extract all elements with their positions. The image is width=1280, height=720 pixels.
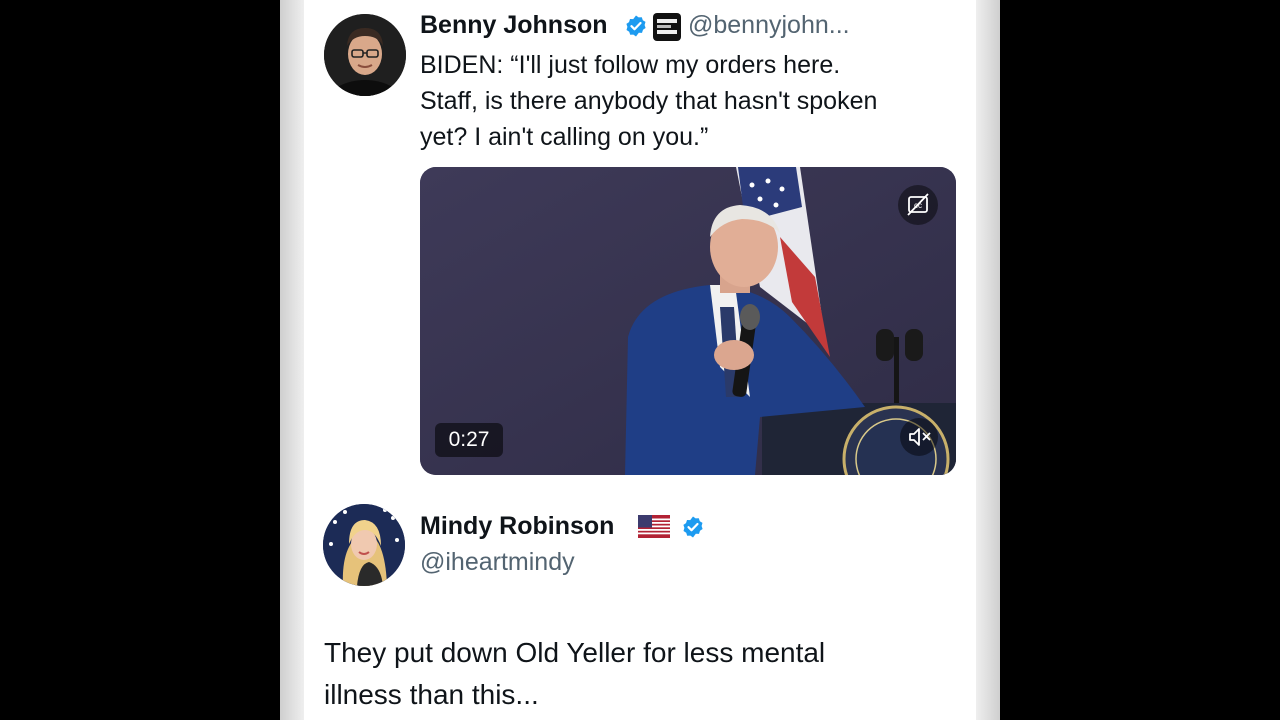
tweet-text-line: They put down Old Yeller for less mental [324,637,826,668]
affiliate-logo-icon [653,13,681,41]
author-handle[interactable]: @bennyjohn... [688,11,850,40]
captions-icon: cc [907,193,929,216]
captions-button[interactable]: cc [898,185,938,225]
author-name[interactable]: Mindy Robinson [420,512,614,541]
us-flag-icon [638,515,670,538]
author-handle[interactable]: @iheartmindy [420,548,575,577]
mute-icon [909,428,931,446]
avatar[interactable] [323,504,405,586]
mute-button[interactable] [900,418,938,456]
verified-badge-icon [683,516,703,538]
tweet-text: They put down Old Yeller for less mental… [324,632,825,716]
verified-badge-icon [626,15,646,37]
tweet-text-line: BIDEN: “I'll just follow my orders here. [420,51,841,79]
tweet-text: BIDEN: “I'll just follow my orders here.… [420,47,877,155]
tweet-text-line: illness than this... [324,679,539,710]
author-name[interactable]: Benny Johnson [420,11,608,40]
video-duration: 0:27 [435,423,503,457]
tweet-text-line: Staff, is there anybody that hasn't spok… [420,87,878,115]
avatar[interactable] [324,14,406,96]
tweet-text-line: yet? I ain't calling on you.” [420,123,709,151]
